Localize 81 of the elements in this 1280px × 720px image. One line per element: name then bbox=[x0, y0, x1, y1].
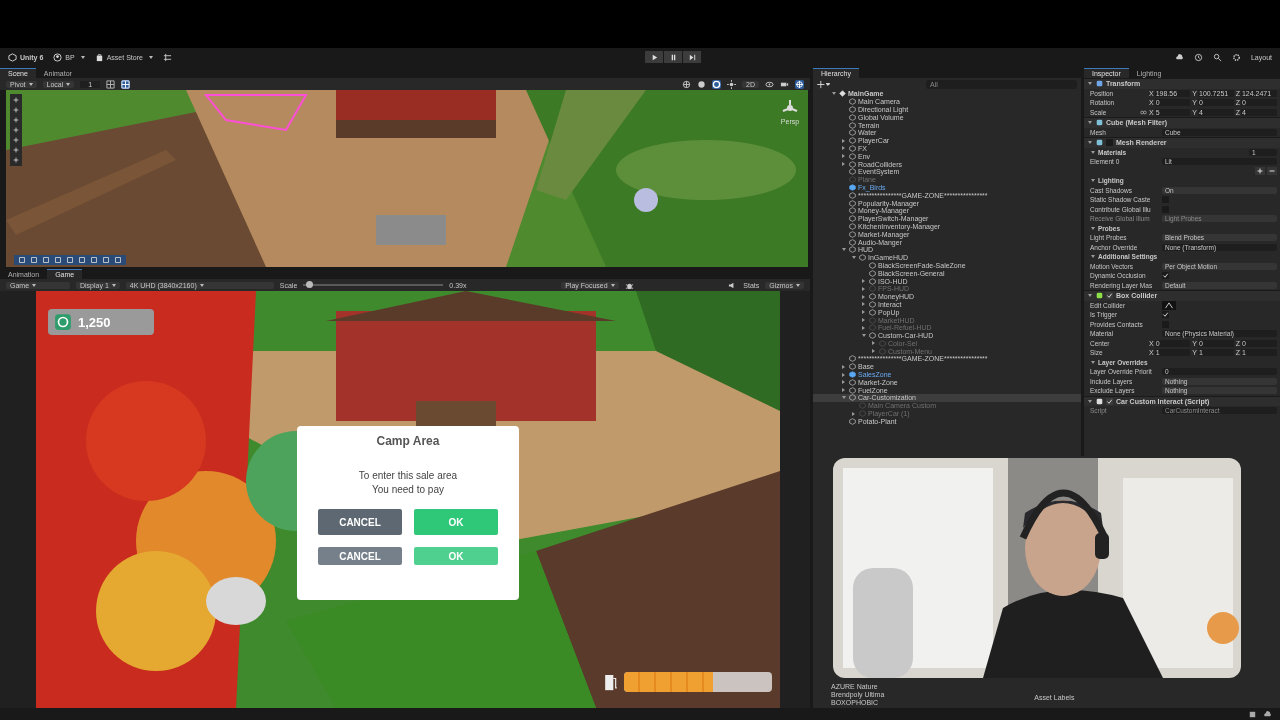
tool-icon[interactable] bbox=[12, 146, 20, 154]
cancel-button[interactable]: CANCEL bbox=[318, 547, 402, 565]
caret-icon bbox=[199, 284, 204, 288]
caret-icon bbox=[148, 55, 153, 59]
component-icon bbox=[1096, 80, 1103, 88]
version-control-icon[interactable] bbox=[162, 52, 172, 62]
checkbox[interactable] bbox=[1106, 292, 1113, 300]
caret-icon bbox=[66, 83, 71, 87]
component-icon bbox=[1096, 397, 1103, 405]
grid-icon[interactable] bbox=[106, 79, 116, 89]
caret-icon bbox=[80, 55, 85, 59]
caret-icon bbox=[32, 284, 37, 288]
expand-arrow-icon[interactable] bbox=[862, 294, 865, 299]
expand-arrow-icon[interactable] bbox=[862, 325, 865, 330]
sphere-icon[interactable] bbox=[712, 79, 722, 89]
caret-icon bbox=[28, 83, 33, 87]
step-icon bbox=[687, 52, 697, 62]
expand-arrow-icon[interactable] bbox=[872, 349, 875, 354]
tool-icon[interactable] bbox=[12, 136, 20, 144]
edit-collider-button[interactable] bbox=[1162, 300, 1176, 310]
cloud-icon[interactable] bbox=[1263, 709, 1272, 719]
tool-icon[interactable] bbox=[12, 156, 20, 164]
expand-arrow-icon[interactable] bbox=[852, 256, 856, 260]
component-icon bbox=[1096, 139, 1103, 147]
cancel-button[interactable]: CANCEL bbox=[318, 509, 402, 535]
fuel-pump-icon bbox=[604, 672, 618, 692]
add-button[interactable] bbox=[817, 79, 830, 89]
play-button[interactable] bbox=[645, 51, 664, 63]
tool-icon[interactable] bbox=[12, 96, 20, 104]
cloud-icon[interactable] bbox=[1174, 52, 1184, 62]
eye-icon[interactable] bbox=[765, 79, 774, 89]
expand-arrow-icon[interactable] bbox=[842, 380, 845, 385]
expand-arrow-icon[interactable] bbox=[832, 92, 836, 96]
user-icon bbox=[53, 52, 63, 62]
dialog-message: To enter this sale area You need to pay bbox=[358, 470, 458, 495]
dollar-icon bbox=[54, 313, 72, 331]
plus-icon bbox=[817, 79, 830, 89]
expand-arrow-icon[interactable] bbox=[852, 411, 855, 416]
component-icon bbox=[1096, 292, 1103, 300]
expand-arrow-icon[interactable] bbox=[842, 248, 846, 252]
history-icon[interactable] bbox=[1193, 52, 1203, 62]
checkbox[interactable] bbox=[1162, 311, 1169, 319]
component-icon bbox=[1096, 119, 1103, 127]
link-icon[interactable] bbox=[1140, 109, 1147, 115]
grid-snap-icon[interactable] bbox=[121, 79, 131, 89]
expand-arrow-icon[interactable] bbox=[862, 302, 865, 307]
expand-arrow-icon[interactable] bbox=[862, 279, 865, 283]
cube-icon bbox=[8, 52, 17, 62]
bag-icon bbox=[94, 52, 104, 62]
expand-arrow-icon[interactable] bbox=[862, 318, 865, 322]
expand-arrow-icon[interactable] bbox=[842, 146, 845, 151]
gizmo-icon[interactable] bbox=[795, 79, 804, 89]
caret-icon bbox=[610, 284, 615, 288]
globe-icon[interactable] bbox=[682, 79, 692, 89]
step-button[interactable] bbox=[683, 51, 702, 63]
tool-icon[interactable] bbox=[12, 116, 20, 124]
caret-icon bbox=[796, 284, 800, 288]
sun-icon[interactable] bbox=[727, 79, 737, 89]
checkbox[interactable] bbox=[1106, 397, 1113, 405]
search-icon[interactable] bbox=[1212, 52, 1222, 62]
pause-button[interactable] bbox=[664, 51, 683, 63]
expand-arrow-icon[interactable] bbox=[842, 396, 846, 400]
expand-arrow-icon[interactable] bbox=[842, 154, 845, 159]
tool-icon[interactable] bbox=[12, 106, 20, 114]
add-button[interactable] bbox=[1255, 167, 1265, 176]
expand-arrow-icon[interactable] bbox=[862, 334, 866, 338]
remove-button[interactable] bbox=[1267, 167, 1277, 176]
tool-icon[interactable] bbox=[12, 126, 20, 134]
expand-arrow-icon[interactable] bbox=[842, 372, 845, 377]
expand-arrow-icon[interactable] bbox=[842, 162, 845, 167]
checkbox[interactable] bbox=[1162, 272, 1169, 280]
expand-arrow-icon[interactable] bbox=[862, 286, 865, 291]
expand-arrow-icon[interactable] bbox=[842, 138, 845, 143]
dialog-title: Camp Area bbox=[375, 434, 441, 448]
expand-arrow-icon[interactable] bbox=[862, 310, 865, 315]
shaded-sphere-icon[interactable] bbox=[697, 79, 707, 89]
settings-icon[interactable] bbox=[1231, 52, 1241, 62]
caret-icon bbox=[111, 284, 116, 288]
expand-arrow-icon[interactable] bbox=[842, 364, 845, 369]
money-amount: 1,250 bbox=[78, 314, 111, 330]
expand-arrow-icon[interactable] bbox=[872, 341, 875, 346]
